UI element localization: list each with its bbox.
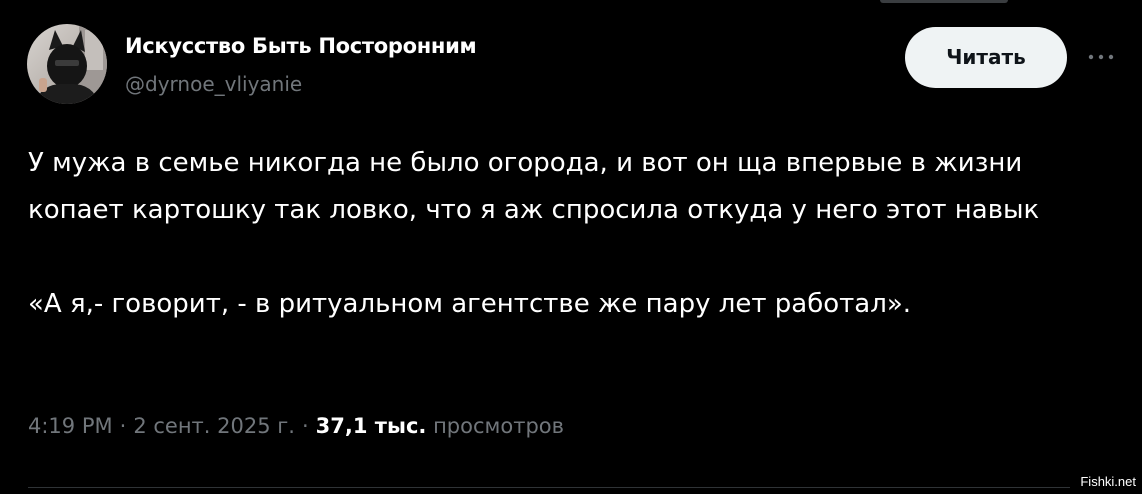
top-scroll-indicator (880, 0, 1008, 3)
tweet-paragraph-1: У мужа в семье никогда не было огорода, … (28, 148, 1040, 225)
tweet-time[interactable]: 4:19 PM (28, 414, 113, 438)
avatar-image (27, 24, 107, 104)
author-name[interactable]: Искусство Быть Посторонним (125, 34, 477, 58)
tweet-text: У мужа в семье никогда не было огорода, … (28, 140, 1108, 328)
views-label: просмотров (433, 414, 564, 438)
tweet-meta: 4:19 PM · 2 сент. 2025 г. · 37,1 тыс. просмо… (28, 414, 564, 438)
divider (28, 487, 1070, 488)
avatar[interactable] (27, 24, 107, 104)
views-count[interactable]: 37,1 тыс. (316, 414, 427, 438)
more-horizontal-icon[interactable] (1086, 48, 1116, 60)
watermark: Fishki.net (1080, 474, 1136, 489)
meta-separator: · (119, 414, 127, 438)
author-handle[interactable]: @dyrnoe_vliyanie (125, 72, 302, 96)
tweet-paragraph-2: «А я,- говорит, - в ритуальном агентстве… (28, 289, 912, 319)
meta-separator: · (301, 414, 309, 438)
tweet-date[interactable]: 2 сент. 2025 г. (133, 414, 295, 438)
read-button[interactable]: Читать (905, 27, 1067, 88)
